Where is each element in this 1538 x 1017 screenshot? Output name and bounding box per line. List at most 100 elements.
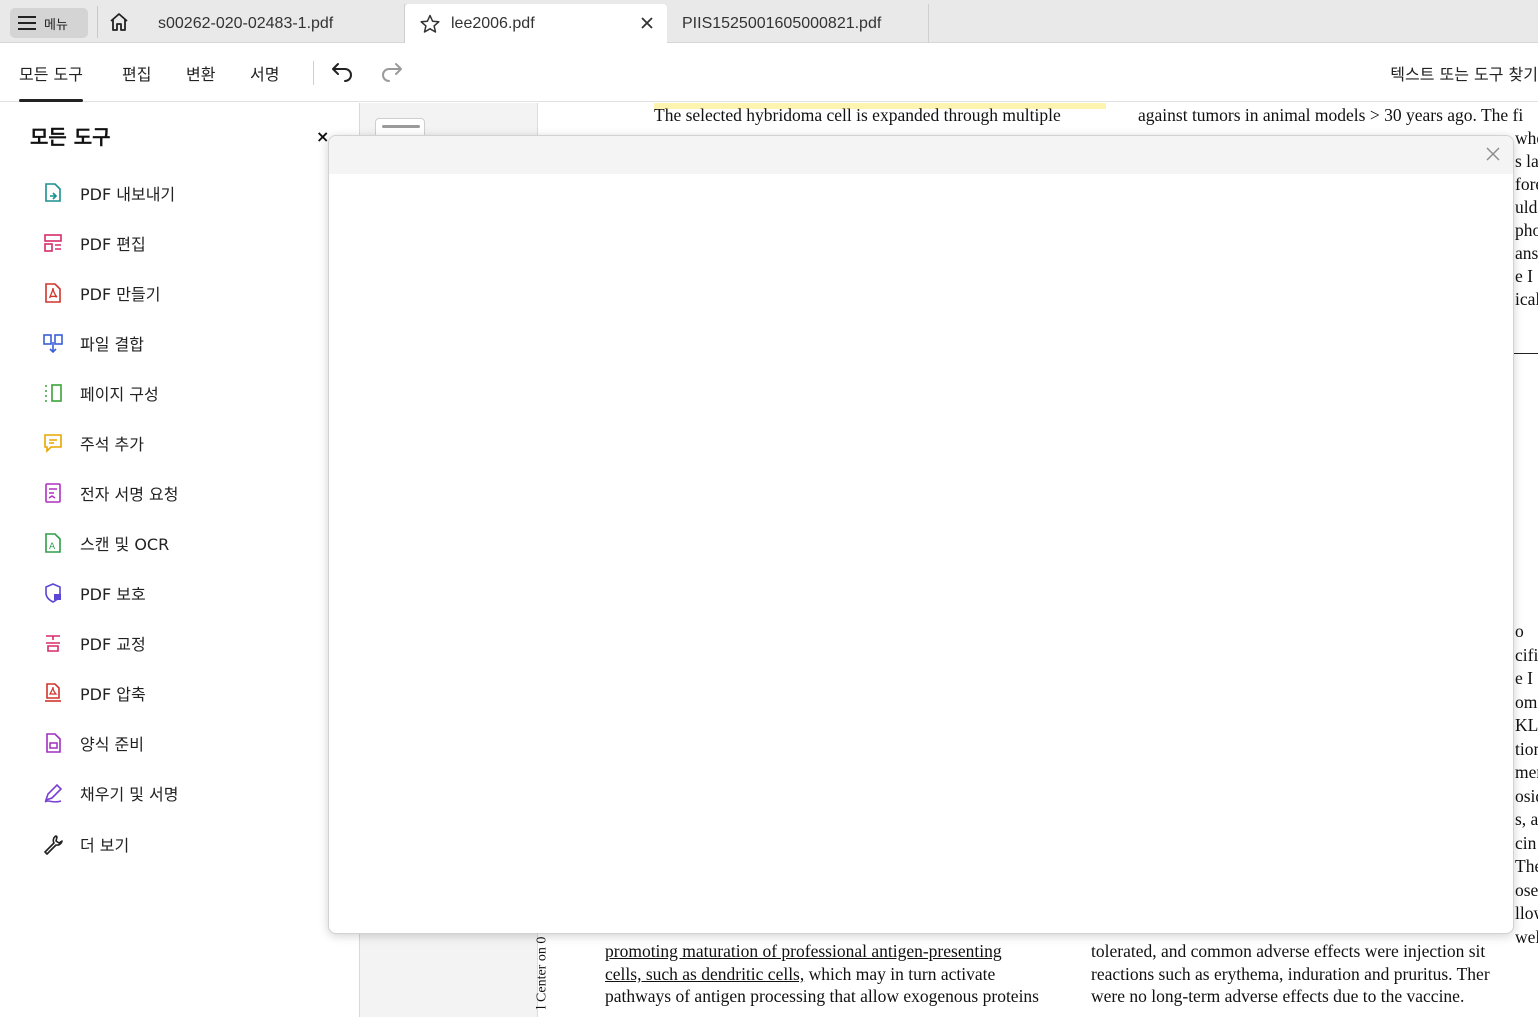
underlined-phrase: cells, such as dendritic cells, (605, 964, 805, 984)
edge-fragment: o (1515, 621, 1524, 641)
tool-scan-ocr[interactable]: A 스캔 및 OCR (40, 529, 169, 557)
find-text-or-tools[interactable]: 텍스트 또는 도구 찾기 (1390, 61, 1538, 85)
menu-button[interactable]: 메뉴 (10, 8, 88, 38)
edge-fragment: answ (1515, 243, 1538, 263)
edit-pdf-icon (40, 230, 66, 256)
tool-organize-pages[interactable]: 페이지 구성 (40, 379, 159, 407)
tool-label: PDF 압축 (80, 685, 146, 704)
tool-label: PDF 만들기 (80, 285, 161, 304)
tool-label: PDF 교정 (80, 635, 146, 654)
modal-header (329, 136, 1513, 174)
organize-pages-icon (40, 380, 66, 406)
close-tab-icon[interactable] (639, 15, 655, 36)
tool-label: 양식 준비 (80, 735, 144, 754)
tool-export-pdf[interactable]: PDF 내보내기 (40, 179, 175, 207)
all-tools-panel: 모든 도구 × PDF 내보내기 PDF 편집 PDF 만들기 파일 결합 페이… (0, 103, 360, 1017)
request-esign-icon (40, 480, 66, 506)
edge-fragment: men (1515, 762, 1538, 782)
edge-fragment: KLH (1515, 715, 1538, 735)
tool-label: 전자 서명 요청 (80, 485, 179, 504)
edge-fragment: e I (1515, 668, 1533, 688)
page-text-left-line-1: promoting maturation of professional ant… (605, 941, 1002, 961)
home-button[interactable] (97, 6, 139, 38)
tool-label: 주석 추가 (80, 435, 144, 454)
tool-label: 채우기 및 서명 (80, 785, 179, 804)
edge-fragment: e I (1515, 266, 1533, 286)
tab-convert[interactable]: 변환 (186, 61, 215, 85)
tool-redact-pdf[interactable]: PDF 교정 (40, 629, 146, 657)
tab-bar: 메뉴 s00262-020-02483-1.pdf lee2006.pdf PI… (0, 0, 1538, 43)
edge-fragment: ose (1515, 879, 1538, 900)
fill-sign-icon (40, 780, 66, 806)
tab-document-1[interactable]: s00262-020-02483-1.pdf (140, 4, 405, 43)
tab-label: lee2006.pdf (451, 14, 535, 32)
tab-document-3[interactable]: PIIS1525001605000821.pdf (667, 4, 929, 43)
redact-pdf-icon (40, 630, 66, 656)
edge-fragment: tion (1515, 738, 1538, 759)
combine-files-icon (40, 330, 66, 356)
edge-fragment: oma (1515, 691, 1538, 712)
panel-title: 모든 도구 (30, 125, 111, 149)
edge-fragment: cin (1515, 832, 1537, 853)
close-icon[interactable] (1485, 146, 1501, 166)
tab-edit[interactable]: 편집 (122, 61, 151, 85)
undo-icon[interactable] (330, 61, 354, 89)
tab-document-2-active[interactable]: lee2006.pdf (405, 4, 667, 43)
rail-text: l Center on 0 (534, 936, 550, 1010)
toolbar-divider (313, 61, 314, 85)
tool-more[interactable]: 더 보기 (40, 830, 129, 858)
svg-text:A: A (49, 542, 56, 552)
edge-fragment: s, al (1515, 809, 1538, 829)
modal-dialog[interactable] (328, 135, 1514, 934)
page-text-right-top: against tumors in animal models > 30 yea… (1138, 105, 1524, 125)
tool-label: 스캔 및 OCR (80, 535, 170, 554)
tab-label: s00262-020-02483-1.pdf (158, 14, 334, 32)
tool-create-pdf[interactable]: PDF 만들기 (40, 279, 160, 307)
compress-pdf-icon (40, 680, 66, 706)
edge-fragment: whet (1515, 128, 1538, 148)
page-text-right-line-2: reactions such as erythema, induration a… (1091, 964, 1490, 984)
prepare-form-icon (40, 730, 66, 756)
export-pdf-icon (40, 180, 66, 206)
edge-fragment: llow (1515, 903, 1538, 923)
tool-fill-sign[interactable]: 채우기 및 서명 (40, 779, 179, 807)
tool-label: PDF 보호 (80, 585, 146, 604)
edge-fragment: cifi (1515, 644, 1538, 665)
tool-label: 페이지 구성 (80, 385, 159, 404)
tool-label: 파일 결합 (80, 335, 144, 354)
page-text-left-line-2: cells, such as dendritic cells, which ma… (605, 964, 1060, 985)
page-text-right-line-3: were no long-term adverse effects due to… (1091, 986, 1465, 1006)
page-text-left-top: The selected hybridoma cell is expanded … (654, 105, 1061, 125)
tool-label: PDF 편집 (80, 235, 146, 254)
tab-sign[interactable]: 서명 (250, 61, 279, 85)
edge-fragment: pho (1515, 220, 1538, 240)
protect-pdf-icon (40, 580, 66, 606)
tab-all-tools[interactable]: 모든 도구 (19, 61, 83, 102)
edge-fragment: fore (1515, 174, 1538, 194)
page-rule (1513, 353, 1538, 354)
text-fragment: which may in turn activate (804, 964, 996, 984)
page-text-right-line-1: tolerated, and common adverse effects we… (1091, 941, 1486, 961)
tool-label: 더 보기 (80, 836, 130, 855)
edge-fragment: uld (1515, 197, 1538, 217)
star-icon[interactable] (419, 13, 441, 35)
home-icon (109, 13, 128, 31)
tool-add-comment[interactable]: 주석 추가 (40, 429, 144, 457)
tool-compress-pdf[interactable]: PDF 압축 (40, 679, 146, 707)
hamburger-icon (18, 16, 36, 30)
tool-request-esign[interactable]: 전자 서명 요청 (40, 479, 179, 507)
tool-combine-files[interactable]: 파일 결합 (40, 329, 144, 357)
edge-fragment: oside (1515, 785, 1538, 806)
vertical-margin-text: l Center on 0 (534, 935, 558, 1017)
edge-fragment: The (1515, 856, 1538, 876)
tool-label: PDF 내보내기 (80, 185, 176, 204)
tool-edit-pdf[interactable]: PDF 편집 (40, 229, 146, 257)
tool-protect-pdf[interactable]: PDF 보호 (40, 579, 146, 607)
edge-fragment: ical (1515, 289, 1538, 309)
main-toolbar: 모든 도구 편집 변환 서명 텍스트 또는 도구 찾기 (0, 43, 1538, 102)
wrench-icon (40, 831, 66, 857)
tab-label: PIIS1525001605000821.pdf (682, 14, 882, 32)
redo-icon[interactable] (380, 61, 404, 89)
comment-icon (40, 430, 66, 456)
tool-prepare-form[interactable]: 양식 준비 (40, 729, 144, 757)
